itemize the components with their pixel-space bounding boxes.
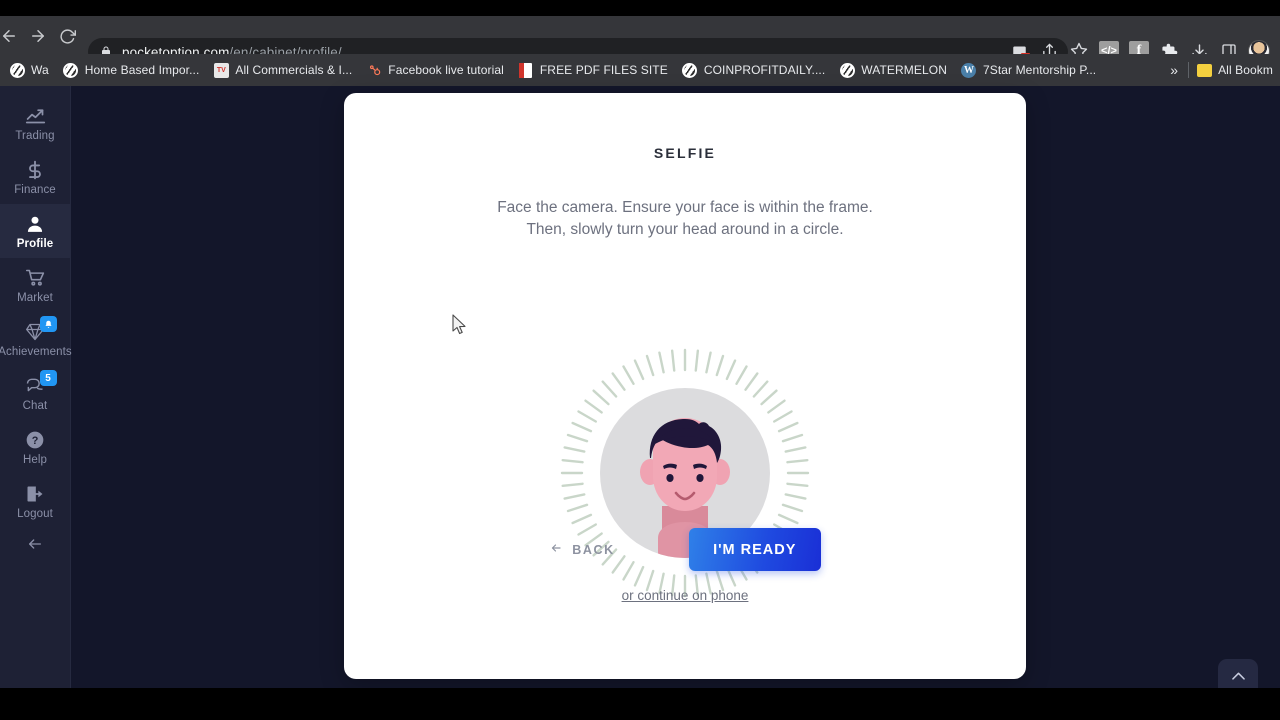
bookmarks-overflow: » All Bookm <box>1160 58 1280 82</box>
user-icon <box>25 213 45 235</box>
bookmark-label: WATERMELON <box>861 63 947 77</box>
page-content: Trading Finance Profile Market Achieveme… <box>0 86 1280 699</box>
sidebar-item-finance[interactable]: Finance <box>0 150 71 204</box>
bookmark-label: Wa <box>31 63 49 77</box>
bookmark-item[interactable]: WATERMELON <box>832 58 954 82</box>
sidebar-item-profile[interactable]: Profile <box>0 204 71 258</box>
globe-icon <box>9 62 25 78</box>
folder-icon <box>1196 62 1212 78</box>
mouse-cursor <box>452 314 466 335</box>
sidebar-item-label: Trading <box>15 129 55 142</box>
chat-badge: 5 <box>39 370 57 386</box>
bookmark-item[interactable]: FREE PDF FILES SITE <box>511 58 675 82</box>
cart-icon <box>25 267 46 289</box>
app-sidebar: Trading Finance Profile Market Achieveme… <box>0 86 72 688</box>
bookmarks-overflow-button[interactable]: » <box>1160 62 1188 78</box>
sidebar-item-help[interactable]: ? Help <box>0 420 71 474</box>
question-circle-icon: ? <box>25 429 45 451</box>
bookmark-label: COINPROFITDAILY.... <box>703 63 826 77</box>
bookmark-label: Home Based Impor... <box>84 63 200 77</box>
sidebar-item-achievements[interactable]: Achievements <box>0 312 72 366</box>
sidebar-item-label: Achievements <box>0 345 72 358</box>
bookmark-item[interactable]: Home Based Impor... <box>56 58 207 82</box>
sidebar-item-trading[interactable]: Trading <box>0 96 71 150</box>
globe-icon <box>839 62 855 78</box>
description-line-1: Face the camera. Ensure your face is wit… <box>497 199 873 216</box>
sidebar-item-label: Market <box>17 291 53 304</box>
im-ready-button[interactable]: I'M READY <box>688 528 821 571</box>
bookmark-item[interactable]: W 7Star Mentorship P... <box>954 58 1103 82</box>
all-bookmarks-item[interactable]: All Bookm <box>1189 58 1280 82</box>
bookmark-label: All Commercials & I... <box>235 63 353 77</box>
continue-on-phone-label: or continue on phone <box>621 588 749 603</box>
sidebar-item-label: Finance <box>14 183 56 196</box>
sidebar-item-label: Logout <box>17 507 53 520</box>
globe-icon <box>682 62 698 78</box>
bookmark-label: FREE PDF FILES SITE <box>539 63 668 77</box>
bookmark-item[interactable]: COINPROFITDAILY.... <box>675 58 832 82</box>
bookmark-item[interactable]: TV All Commercials & I... <box>206 58 359 82</box>
sidebar-item-market[interactable]: Market <box>0 258 71 312</box>
description-line-2: Then, slowly turn your head around in a … <box>526 221 844 238</box>
bookmarks-bar: Wa Home Based Impor... TV All Commercials… <box>0 54 1280 86</box>
forward-arrow-icon[interactable] <box>26 24 50 48</box>
back-button[interactable]: BACK <box>549 542 615 557</box>
back-arrow-icon[interactable] <box>0 24 21 48</box>
sidebar-item-chat[interactable]: 5 Chat <box>0 366 71 420</box>
reload-icon[interactable] <box>55 24 79 48</box>
bookmark-item[interactable]: Wa <box>2 58 56 82</box>
page-title: SELFIE <box>653 145 717 161</box>
browser-chrome: pocketoption.com/en/cabinet/profile/ </>… <box>0 0 1280 86</box>
sidebar-item-label: Profile <box>16 237 54 250</box>
pdf-icon <box>518 62 534 78</box>
modal-description: Face the camera. Ensure your face is wit… <box>344 197 1026 241</box>
all-bookmarks-label: All Bookm <box>1218 63 1273 77</box>
logout-icon <box>25 483 45 505</box>
sidebar-item-label: Chat <box>22 399 48 412</box>
modal-actions: BACK I'M READY <box>344 528 1026 571</box>
tv-icon: TV <box>213 62 229 78</box>
left-arrow-icon <box>25 536 45 557</box>
globe-icon <box>63 62 79 78</box>
selfie-modal-card: SELFIE Face the camera. Ensure your face… <box>344 93 1026 679</box>
bookmark-item[interactable]: Facebook live tutorial <box>359 58 511 82</box>
dollar-icon <box>25 159 45 181</box>
chart-line-icon <box>25 105 46 127</box>
browser-toolbar: pocketoption.com/en/cabinet/profile/ </>… <box>0 16 1280 66</box>
svg-text:?: ? <box>32 435 39 447</box>
sidebar-collapse-button[interactable] <box>0 528 71 564</box>
bottom-black-bar <box>0 688 1280 720</box>
bookmark-label: Facebook live tutorial <box>388 63 504 77</box>
back-button-label: BACK <box>572 542 615 557</box>
wordpress-icon: W <box>961 62 977 78</box>
sidebar-item-logout[interactable]: Logout <box>0 474 71 528</box>
achievements-badge <box>39 316 57 332</box>
sidebar-item-label: Help <box>22 453 48 466</box>
tab-strip <box>0 0 1280 16</box>
bookmark-label: 7Star Mentorship P... <box>982 63 1097 77</box>
continue-on-phone-link[interactable]: or continue on phone <box>344 588 1026 603</box>
hubspot-icon <box>366 62 382 78</box>
back-arrow-icon <box>549 542 563 557</box>
